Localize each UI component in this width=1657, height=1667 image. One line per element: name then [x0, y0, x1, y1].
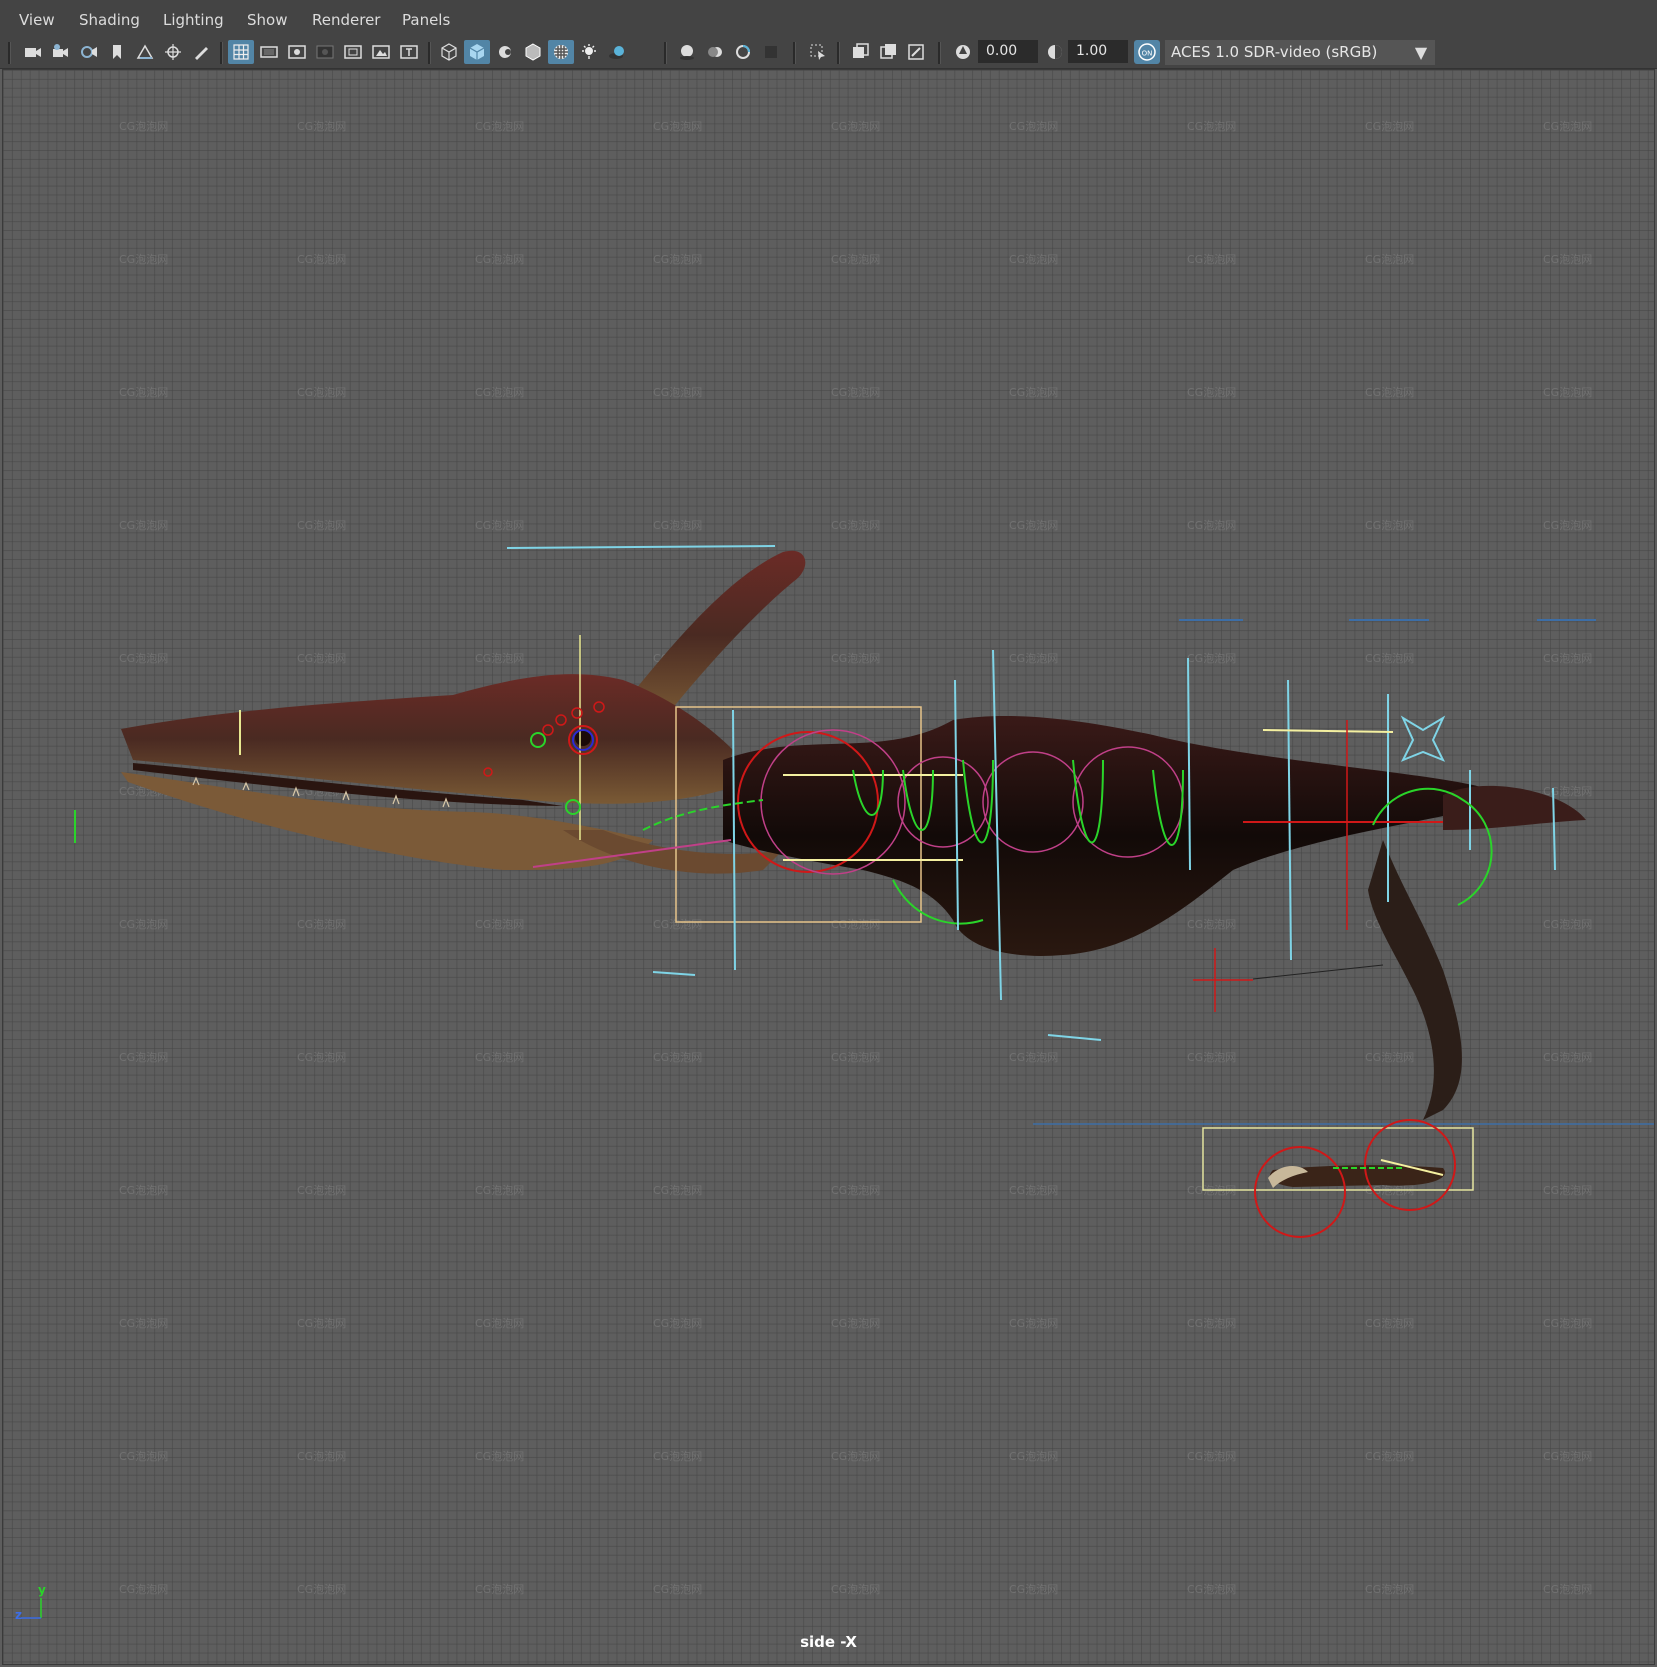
pterosaur-model[interactable] — [121, 550, 1586, 1188]
multisample-aa-icon[interactable] — [730, 40, 756, 64]
panel-menu-bar: View Shading Lighting Show Renderer Pane… — [0, 0, 1657, 39]
rig-controls[interactable] — [74, 545, 1596, 1238]
toolbar-separator — [938, 42, 941, 64]
view-axis-indicator: y z — [11, 1583, 51, 1630]
scene-view — [74, 545, 1654, 1238]
menu-show[interactable]: Show — [247, 11, 287, 29]
xray-icon[interactable] — [847, 40, 873, 64]
grid-icon[interactable] — [228, 40, 254, 64]
film-gate-icon[interactable] — [256, 40, 282, 64]
2d-pan-zoom-icon[interactable] — [160, 40, 186, 64]
wireframe-icon[interactable] — [436, 40, 462, 64]
gamma-field[interactable]: 1.00 — [1068, 40, 1128, 63]
menu-shading[interactable]: Shading — [79, 11, 140, 29]
select-camera-icon[interactable] — [20, 40, 46, 64]
view-transform-dropdown[interactable]: ACES 1.0 SDR-video (sRGB) — [1165, 40, 1435, 65]
isolate-select-icon[interactable] — [805, 40, 831, 64]
default-material-icon[interactable] — [492, 40, 518, 64]
camera-name-label: side -X — [800, 1633, 857, 1651]
exposure-field[interactable]: 0.00 — [978, 40, 1038, 63]
textured-icon[interactable] — [548, 40, 574, 64]
viewport-side[interactable]: CG泡泡网 CG泡泡网 CG泡泡网 CG泡泡网 CG泡泡网 CG泡泡网 CG泡泡网 CG泡泡网… — [2, 69, 1655, 1665]
wireframe-on-shaded-icon[interactable] — [520, 40, 546, 64]
gate-mask-icon[interactable] — [312, 40, 338, 64]
chevron-down-icon[interactable]: ▼ — [1408, 40, 1434, 65]
menu-renderer[interactable]: Renderer — [312, 11, 380, 29]
toolbar-separator — [428, 42, 431, 64]
color-management-badge: ON — [1142, 50, 1153, 58]
safe-title-icon[interactable] — [396, 40, 422, 64]
toolbar-separator — [793, 42, 796, 64]
screen-space-ao-icon[interactable] — [674, 40, 700, 64]
xray-active-components-icon[interactable] — [875, 40, 901, 64]
shadows-icon[interactable] — [604, 40, 630, 64]
maya-window: View Shading Lighting Show Renderer Pane… — [0, 0, 1657, 1667]
toolbar-separator — [220, 42, 223, 64]
use-all-lights-icon[interactable] — [576, 40, 602, 64]
axis-z-label: z — [15, 1608, 22, 1622]
smooth-shade-icon[interactable] — [464, 40, 490, 64]
depth-of-field-icon[interactable] — [758, 40, 784, 64]
color-management-toggle[interactable]: ON — [1134, 40, 1160, 64]
field-chart-icon[interactable] — [340, 40, 366, 64]
panel-toolbar: 0.00 1.00 ON ACES 1.0 SDR-video (sRGB) ▼ — [0, 38, 1657, 69]
toolbar-separator — [837, 42, 840, 64]
camera-attributes-icon[interactable] — [48, 40, 74, 64]
menu-view[interactable]: View — [19, 11, 55, 29]
gamma-icon[interactable] — [1042, 40, 1068, 64]
toolbar-separator — [8, 42, 11, 64]
grease-pencil-icon[interactable] — [188, 40, 214, 64]
menu-lighting[interactable]: Lighting — [163, 11, 224, 29]
xray-joints-icon[interactable] — [903, 40, 929, 64]
exposure-icon[interactable] — [950, 40, 976, 64]
bookmark-icon[interactable] — [104, 40, 130, 64]
bookmark-camera-icon[interactable] — [76, 40, 102, 64]
motion-blur-icon[interactable] — [702, 40, 728, 64]
image-plane-icon[interactable] — [132, 40, 158, 64]
resolution-gate-icon[interactable] — [284, 40, 310, 64]
axis-y-label: y — [38, 1583, 46, 1597]
menu-panels[interactable]: Panels — [402, 11, 450, 29]
toolbar-separator — [664, 42, 667, 64]
safe-action-icon[interactable] — [368, 40, 394, 64]
